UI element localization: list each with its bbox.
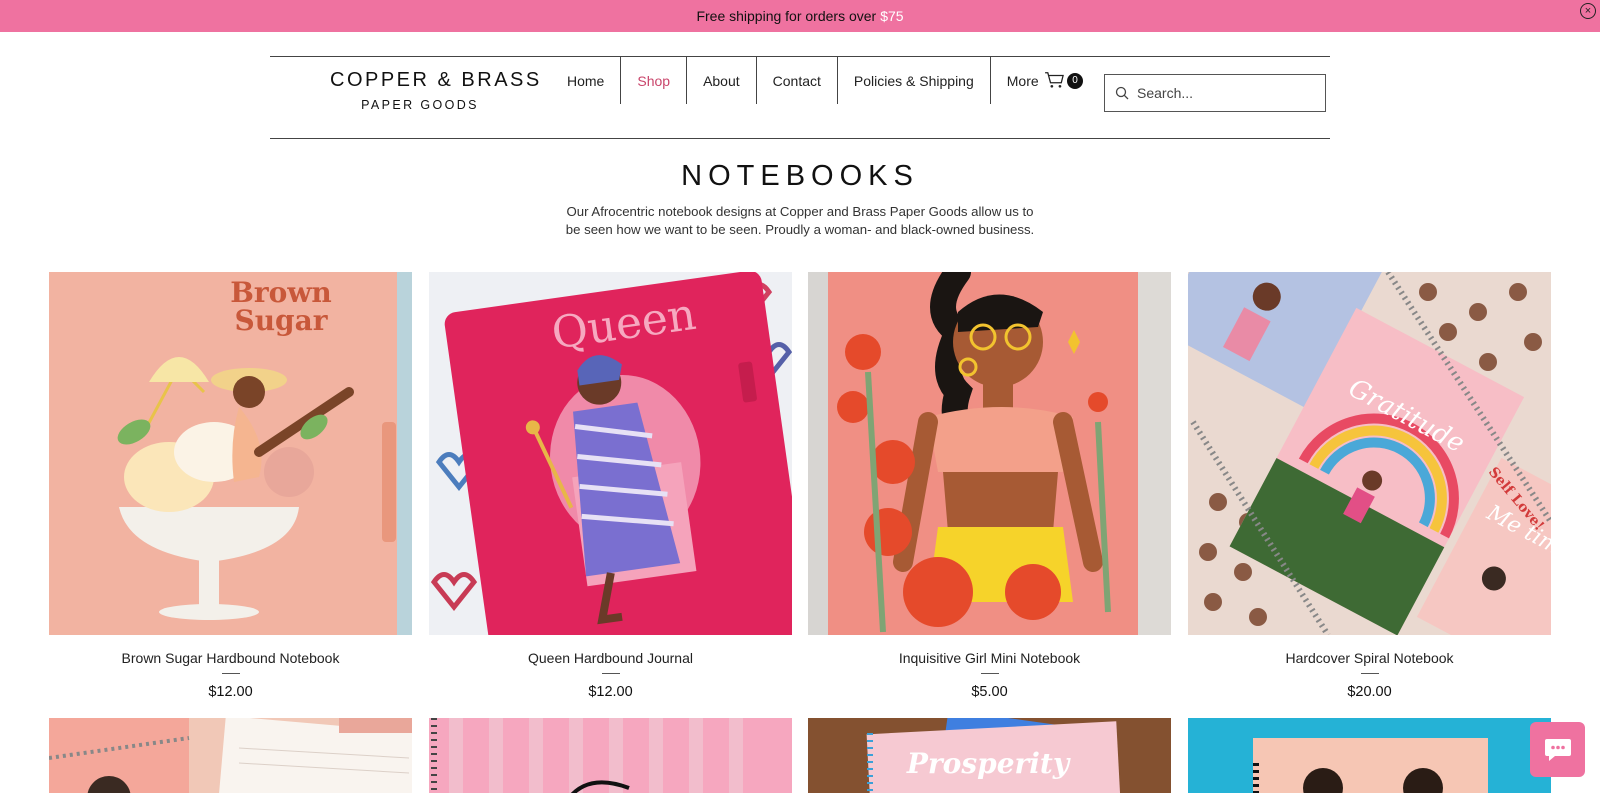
logo[interactable]: COPPER & BRASS PAPER GOODS — [330, 69, 542, 112]
nav-more-label: More — [1006, 72, 1039, 89]
product-card[interactable]: Brown Sugar Brown Sugar Hardbound Notebo… — [49, 272, 412, 700]
product-image[interactable] — [1188, 718, 1551, 793]
product-image[interactable]: Queen — [429, 272, 792, 635]
chat-button[interactable] — [1530, 722, 1585, 777]
product-card[interactable]: Inquisitive Girl Mini Notebook $5.00 — [808, 272, 1171, 700]
chat-bubble-icon — [1544, 738, 1571, 761]
notebook-row2-image-2 — [429, 718, 792, 793]
nav-policies-shipping[interactable]: Policies & Shipping — [838, 57, 991, 104]
product-price: $20.00 — [1347, 684, 1392, 700]
nav-contact-label: Contact — [772, 72, 821, 89]
search-box[interactable] — [1104, 74, 1326, 112]
product-image[interactable]: Brown Sugar — [49, 272, 412, 635]
product-image[interactable] — [49, 718, 412, 793]
cover-text-prosperity: Prosperity — [906, 747, 1071, 780]
nav-contact[interactable]: Contact — [757, 57, 838, 104]
divider — [980, 673, 999, 674]
announcement-bar: Free shipping for orders over $75 × — [0, 0, 1600, 32]
site-header: COPPER & BRASS PAPER GOODS Home Shop Abo… — [270, 56, 1330, 139]
nav-policies-label: Policies & Shipping — [853, 72, 974, 89]
cart-count-badge: 0 — [1067, 72, 1083, 89]
notebook-row2-image-4 — [1188, 718, 1551, 793]
product-price: $5.00 — [971, 684, 1008, 700]
cover-text-sugar: Sugar — [234, 304, 328, 337]
cart-button[interactable]: 0 — [1044, 71, 1083, 89]
product-card[interactable]: Gratitude Me time Self Love! Hardcover S… — [1188, 272, 1551, 700]
brown-sugar-cover-image: Brown Sugar — [49, 272, 412, 635]
page-intro: Our Afrocentric notebook designs at Copp… — [560, 203, 1040, 239]
product-image[interactable] — [808, 272, 1171, 635]
product-price: $12.00 — [208, 684, 253, 700]
nav-home[interactable]: Home — [567, 57, 622, 104]
cart-icon — [1045, 72, 1064, 88]
divider — [1360, 673, 1379, 674]
product-name[interactable]: Brown Sugar Hardbound Notebook — [49, 650, 412, 666]
queen-cover-image: Queen — [429, 272, 792, 635]
divider — [221, 673, 240, 674]
intro-line-2: be seen how we want to be seen. Proudly … — [565, 222, 1035, 237]
prosperity-cover-image: Prosperity — [808, 718, 1171, 793]
nav-shop[interactable]: Shop — [621, 57, 688, 104]
announcement-amount: $75 — [880, 8, 904, 24]
nav-shop-label: Shop — [637, 72, 671, 89]
product-price: $12.00 — [588, 684, 633, 700]
product-image[interactable]: Gratitude Me time Self Love! — [1188, 272, 1551, 635]
brand-subtitle: PAPER GOODS — [361, 98, 479, 112]
product-image[interactable] — [429, 718, 792, 793]
divider — [601, 673, 620, 674]
notebook-row2-image-1 — [49, 718, 412, 793]
nav-about[interactable]: About — [687, 57, 757, 104]
product-name[interactable]: Hardcover Spiral Notebook — [1188, 650, 1551, 666]
product-name[interactable]: Queen Hardbound Journal — [429, 650, 792, 666]
main-nav: Home Shop About Contact Policies & Shipp… — [567, 57, 1055, 104]
search-input[interactable] — [1137, 85, 1317, 101]
nav-about-label: About — [703, 72, 740, 89]
product-name[interactable]: Inquisitive Girl Mini Notebook — [808, 650, 1171, 666]
product-card[interactable]: Queen Queen Hardbound Journal $12.00 — [429, 272, 792, 700]
spiral-notebook-cover-image: Gratitude Me time Self Love! — [1188, 272, 1551, 635]
announcement-text: Free shipping for orders over — [696, 8, 877, 24]
inquisitive-girl-cover-image — [808, 272, 1171, 635]
page-title: NOTEBOOKS — [681, 160, 919, 192]
intro-line-1: Our Afrocentric notebook designs at Copp… — [566, 204, 1034, 219]
brand-name: COPPER & BRASS — [330, 69, 542, 91]
nav-home-label: Home — [567, 72, 605, 89]
product-image[interactable]: Prosperity — [808, 718, 1171, 793]
close-icon[interactable]: × — [1580, 3, 1596, 19]
search-icon — [1115, 86, 1129, 100]
